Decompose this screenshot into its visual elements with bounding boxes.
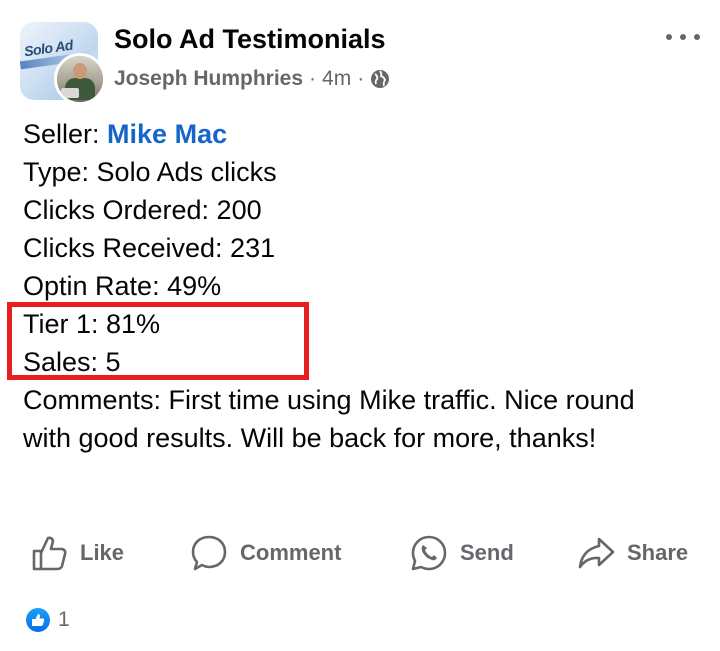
seller-line: Seller: Mike Mac	[23, 115, 703, 153]
globe-icon	[370, 69, 390, 89]
share-icon	[578, 537, 615, 569]
send-label: Send	[460, 540, 514, 565]
seller-label: Seller:	[23, 119, 108, 149]
avatar[interactable]	[54, 53, 106, 105]
author-name[interactable]: Joseph Humphries	[114, 67, 303, 91]
like-label: Like	[80, 540, 125, 565]
seller-name-link[interactable]: Mike Mac	[107, 119, 227, 149]
comment-button[interactable]: Comment	[190, 528, 341, 578]
group-name[interactable]: Solo Ad Testimonials	[114, 24, 386, 55]
like-button[interactable]: Like	[30, 528, 124, 578]
type-line: Type: Solo Ads clicks	[23, 157, 277, 187]
avatar-head	[73, 63, 87, 79]
meta-separator: ·	[357, 67, 365, 90]
share-button[interactable]: Share	[577, 528, 688, 578]
comments-text: Comments: First time using Mike traffic.…	[23, 385, 635, 453]
whatsapp-icon	[411, 535, 447, 571]
post-meta: Joseph Humphries · 4m ·	[114, 66, 390, 92]
like-reaction-icon	[26, 608, 50, 632]
reactions-summary[interactable]: 1	[26, 608, 70, 632]
post-time[interactable]: 4m	[322, 67, 351, 91]
clicks-received-line: Clicks Received: 231	[23, 233, 276, 263]
comment-label: Comment	[240, 540, 342, 565]
more-icon[interactable]	[666, 30, 700, 44]
clicks-ordered-line: Clicks Ordered: 200	[23, 195, 262, 225]
optin-rate-line: Optin Rate: 49%	[23, 271, 222, 301]
post-header: Solo Ad Solo Ad Testimonials Joseph Hump…	[0, 0, 720, 110]
share-label: Share	[627, 540, 689, 565]
meta-separator: ·	[309, 67, 317, 90]
action-bar: Like Comment Send Share	[0, 528, 720, 578]
comment-icon	[191, 535, 227, 571]
reaction-count: 1	[58, 608, 70, 631]
send-button[interactable]: Send	[410, 528, 514, 578]
avatar-laptop	[61, 88, 79, 98]
highlight-box	[7, 302, 309, 380]
like-icon	[32, 536, 67, 571]
post-body: Seller: Mike Mac Type: Solo Ads clicks C…	[23, 115, 703, 457]
